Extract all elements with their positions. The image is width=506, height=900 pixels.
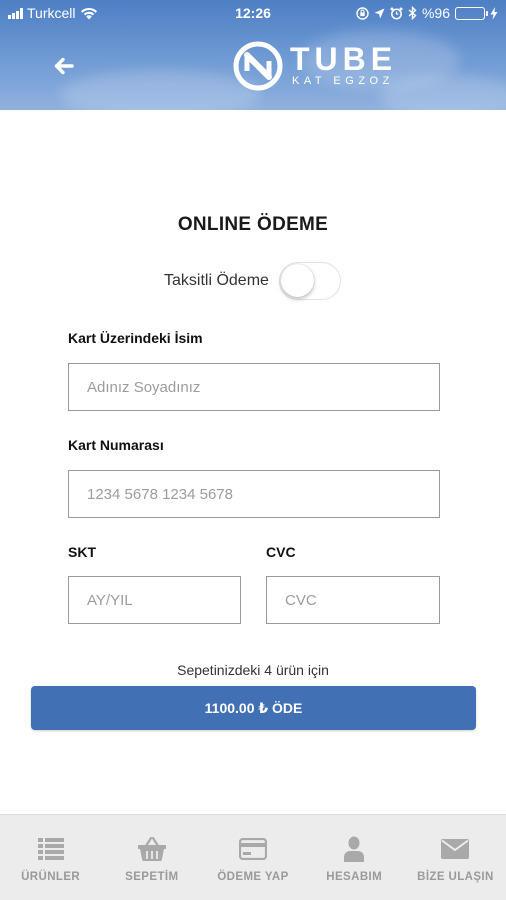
orientation-lock-icon [356, 6, 369, 20]
bluetooth-icon [408, 6, 417, 20]
tab-account[interactable]: HESABIM [304, 815, 405, 900]
charging-icon [490, 6, 498, 20]
alarm-icon [390, 7, 403, 19]
card-number-input[interactable] [68, 470, 440, 518]
tab-payment[interactable]: ÖDEME YAP [202, 815, 303, 900]
logo-subtitle: KAT EGZOZ [292, 75, 394, 87]
cart-summary-text: Sepetinizdeki 4 ürün için [177, 662, 329, 678]
cvc-input[interactable] [266, 576, 440, 624]
installment-toggle[interactable] [278, 262, 341, 300]
expiry-label: SKT [68, 544, 96, 560]
toggle-knob [280, 264, 314, 297]
location-icon [374, 8, 385, 18]
tab-products[interactable]: ÜRÜNLER [0, 815, 101, 900]
list-icon [37, 838, 64, 860]
cvc-label: CVC [266, 544, 296, 560]
user-icon [344, 836, 365, 862]
pay-button[interactable]: 1100.00 ₺ ÖDE [31, 686, 476, 730]
credit-card-icon [239, 838, 267, 860]
card-number-label: Kart Numarası [68, 437, 164, 453]
bottom-tab-bar: ÜRÜNLER SEPETİM ÖDEME YAP HESABIM BİZE U… [0, 814, 506, 900]
back-arrow-icon[interactable] [50, 52, 78, 80]
expiry-input[interactable] [68, 576, 241, 624]
card-name-label: Kart Üzerindeki İsim [68, 330, 203, 346]
page-title: ONLINE ÖDEME [177, 214, 329, 235]
logo-title: TUBE [290, 41, 398, 77]
tab-label: ÜRÜNLER [21, 871, 81, 883]
tab-cart[interactable]: SEPETİM [101, 815, 202, 900]
tab-label: SEPETİM [125, 871, 179, 883]
envelope-icon [441, 839, 470, 859]
status-bar: Turkcell 12:26 %96 [0, 0, 506, 26]
app-header: Turkcell 12:26 %96 TUBE KAT EGZOZ [0, 0, 506, 110]
tab-label: HESABIM [326, 871, 383, 883]
battery-percent: %96 [421, 5, 450, 21]
installment-row: Taksitli Ödeme [164, 262, 341, 300]
tab-label: ÖDEME YAP [217, 871, 289, 883]
basket-icon [137, 836, 166, 861]
tab-contact[interactable]: BİZE ULAŞIN [405, 815, 506, 900]
card-name-input[interactable] [68, 363, 440, 411]
battery-icon [455, 6, 488, 20]
logo-mark-icon [233, 41, 283, 91]
installment-label: Taksitli Ödeme [164, 272, 269, 289]
tab-label: BİZE ULAŞIN [417, 871, 494, 883]
brand-logo: TUBE KAT EGZOZ [232, 40, 397, 92]
